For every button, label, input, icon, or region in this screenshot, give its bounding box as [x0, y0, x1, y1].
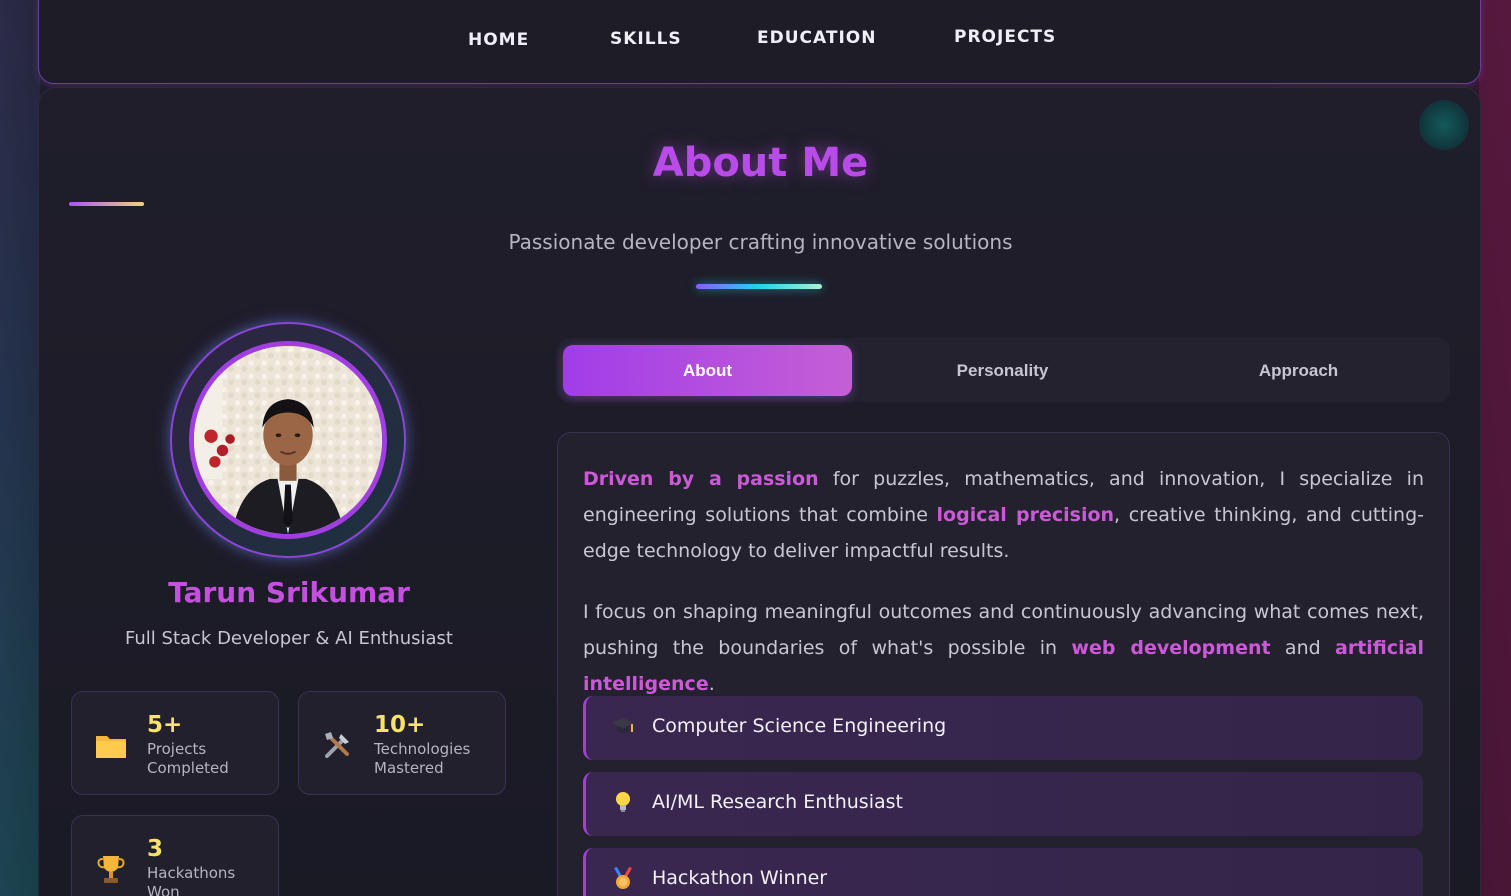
- tab-personality[interactable]: Personality: [858, 345, 1147, 396]
- stat-value: 5+: [147, 712, 183, 738]
- avatar-ring: [170, 322, 406, 558]
- trophy-icon: [94, 852, 128, 886]
- section-subtitle: Passionate developer crafting innovative…: [508, 230, 1013, 254]
- medal-icon: [608, 865, 638, 895]
- highlight-text: Driven by a passion: [583, 468, 819, 490]
- graduation-cap-icon: [608, 713, 638, 743]
- tab-bar: About Personality Approach: [557, 338, 1450, 402]
- feature-label: Hackathon Winner: [652, 867, 828, 889]
- right-edge-glow: [1479, 0, 1511, 896]
- stat-card-projects: 5+ Projects Completed: [71, 691, 279, 795]
- feature-item-cs-engineering[interactable]: Computer Science Engineering: [583, 696, 1423, 760]
- nav-projects[interactable]: PROJECTS: [954, 27, 1056, 47]
- nav-education[interactable]: EDUCATION: [757, 28, 876, 48]
- stat-label: Hackathons Won: [147, 864, 236, 896]
- profile-photo: [194, 346, 382, 534]
- stat-value: 10+: [374, 712, 426, 738]
- profile-role: Full Stack Developer & AI Enthusiast: [125, 628, 453, 649]
- left-edge-glow: [0, 0, 40, 896]
- tab-approach[interactable]: Approach: [1154, 345, 1443, 396]
- top-navbar: HOME SKILLS EDUCATION PROJECTS: [38, 0, 1481, 84]
- avatar: [189, 341, 387, 539]
- highlight-text: logical precision: [936, 504, 1115, 526]
- section-title: About Me: [652, 140, 869, 186]
- about-paragraph-2: I focus on shaping meaningful outcomes a…: [583, 594, 1424, 702]
- feature-item-aiml[interactable]: AI/ML Research Enthusiast: [583, 772, 1423, 836]
- highlight-text: web development: [1071, 637, 1271, 659]
- nav-skills[interactable]: SKILLS: [610, 29, 682, 49]
- about-paragraph-1: Driven by a passion for puzzles, mathema…: [583, 461, 1424, 569]
- stat-value: 3: [147, 836, 164, 862]
- feature-label: AI/ML Research Enthusiast: [652, 791, 903, 813]
- paragraph-text: and: [1270, 637, 1336, 659]
- about-section: About Me Passionate developer crafting i…: [38, 87, 1481, 896]
- stat-card-hackathons: 3 Hackathons Won: [71, 815, 279, 896]
- stat-label: Projects Completed: [147, 740, 229, 777]
- tab-about[interactable]: About: [563, 345, 852, 396]
- nav-home[interactable]: HOME: [468, 30, 529, 50]
- feature-label: Computer Science Engineering: [652, 715, 947, 737]
- lightbulb-icon: [608, 789, 638, 819]
- stat-card-technologies: 10+ Technologies Mastered: [298, 691, 506, 795]
- stat-label: Technologies Mastered: [374, 740, 471, 777]
- accent-line: [69, 202, 144, 206]
- folder-icon: [94, 728, 128, 762]
- title-underline: [696, 284, 822, 289]
- about-content-card: Driven by a passion for puzzles, mathema…: [557, 432, 1450, 896]
- feature-item-hackathon[interactable]: Hackathon Winner: [583, 848, 1423, 896]
- profile-name: Tarun Srikumar: [168, 576, 410, 609]
- tools-icon: [321, 728, 355, 762]
- paragraph-text: .: [708, 673, 715, 695]
